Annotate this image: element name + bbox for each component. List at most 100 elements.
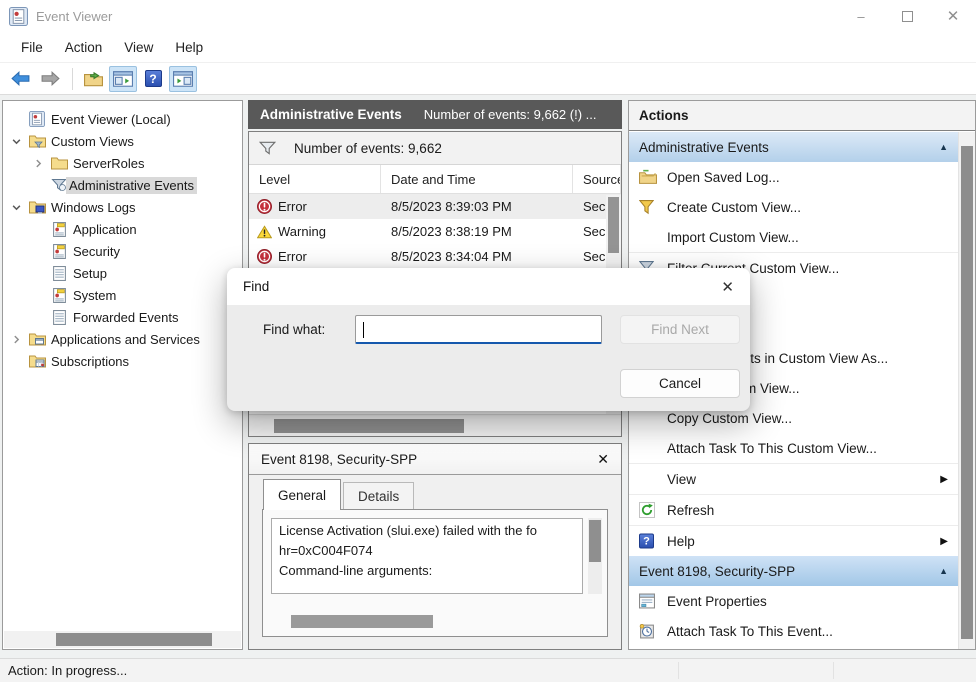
action-open-saved-log[interactable]: Open Saved Log... [629,162,958,192]
close-button[interactable]: ✕ [930,0,976,32]
window-title: Event Viewer [36,9,112,24]
tree-item-event-viewer-local[interactable]: Event Viewer (Local) [3,108,242,130]
help-icon: ? [145,70,162,87]
tree-item-forwarded-events[interactable]: Forwarded Events [3,306,242,328]
action-event-properties[interactable]: Event Properties [629,586,958,616]
menu-view[interactable]: View [113,36,164,59]
events-pane-title: Administrative Events [260,107,402,122]
tree-item-subscriptions[interactable]: Subscriptions [3,350,242,372]
detail-tabs: General Details [249,475,621,509]
find-what-input[interactable] [355,315,602,344]
collapse-arrow-icon[interactable]: ▲ [939,566,948,576]
funnel-yellow-icon [639,200,654,215]
subscriptions-folder-icon [27,354,47,368]
action-refresh[interactable]: Refresh [629,495,958,525]
tree-item-windows-logs[interactable]: Windows Logs [3,196,242,218]
event-row[interactable]: Error 8/5/2023 8:39:03 PM Security-SPP [249,194,621,219]
maximize-button[interactable] [884,0,930,32]
menu-file[interactable]: File [10,36,54,59]
event-viewer-app-icon [9,7,28,26]
tree-horizontal-scrollbar[interactable] [4,631,241,648]
event-description-text[interactable]: License Activation (slui.exe) failed wit… [271,518,583,594]
tree-item-applications-and-services[interactable]: Applications and Services [3,328,242,350]
windows-logs-folder-icon [27,200,47,214]
event-detail-panel: Event 8198, Security-SPP ✕ General Detai… [248,443,622,650]
tree-item-serverroles[interactable]: ServerRoles [3,152,242,174]
action-import-custom-view[interactable]: Import Custom View... [629,222,958,252]
console-tree-icon [113,71,133,87]
action-create-custom-view[interactable]: Create Custom View... [629,192,958,222]
filter-summary-text: Number of events: 9,662 [294,141,442,156]
chevron-right-icon[interactable] [5,335,27,344]
submenu-arrow-icon: ▶ [940,536,948,547]
find-next-button[interactable]: Find Next [620,315,740,344]
menu-help[interactable]: Help [164,36,214,59]
menu-action[interactable]: Action [54,36,114,59]
scrollbar-thumb[interactable] [961,146,973,639]
error-icon [257,199,272,214]
forward-button[interactable] [36,66,64,92]
detail-vertical-scrollbar[interactable] [588,518,602,594]
open-folder-icon [84,71,103,87]
filter-summary-bar: Number of events: 9,662 [249,132,621,165]
open-folder-icon [639,170,657,185]
event-viewer-icon [27,111,47,127]
events-pane-summary: Number of events: 9,662 (!) ... [424,107,597,122]
column-header-date[interactable]: Date and Time [381,165,573,193]
submenu-arrow-icon: ▶ [940,474,948,485]
scrollbar-thumb[interactable] [589,520,601,562]
action-attach-task-custom-view[interactable]: Attach Task To This Custom View... [629,433,958,463]
column-header-level[interactable]: Level [249,165,381,193]
event-log-icon [49,222,69,237]
tab-general[interactable]: General [263,479,341,510]
scrollbar-thumb[interactable] [608,197,619,253]
actions-section-event-8198[interactable]: Event 8198, Security-SPP ▲ [629,556,958,586]
refresh-icon [639,502,655,518]
close-icon[interactable]: ✕ [721,278,734,296]
event-row[interactable]: Warning 8/5/2023 8:38:19 PM Security-SPP [249,219,621,244]
toolbar-separator [72,68,73,90]
chevron-down-icon[interactable] [5,137,27,146]
chevron-down-icon[interactable] [5,203,27,212]
column-header-source[interactable]: Source [573,165,621,193]
event-row[interactable]: Error 8/5/2023 8:34:04 PM Security-SPP [249,244,621,269]
detail-horizontal-scrollbar-thumb[interactable] [291,615,433,628]
find-dialog: Find ✕ Find what: Find Next Cancel [227,268,750,411]
tree-item-administrative-events[interactable]: Administrative Events [3,174,242,196]
cancel-button[interactable]: Cancel [620,369,740,398]
toggle-console-tree-button[interactable] [109,66,137,92]
actions-pane-title: Actions [629,101,975,131]
text-caret [363,322,364,338]
status-bar: Action: In progress... [0,658,976,682]
statusbar-separator [678,662,679,679]
find-dialog-titlebar: Find ✕ [227,268,750,305]
status-text: Action: In progress... [8,663,127,678]
actions-vertical-scrollbar[interactable] [958,132,975,649]
action-view[interactable]: View ▶ [629,464,958,494]
filter-icon [259,141,276,156]
scrollbar-thumb[interactable] [56,633,212,646]
find-dialog-title: Find [243,279,269,294]
tree-item-security[interactable]: Security [3,240,242,262]
close-icon[interactable]: ✕ [597,451,609,468]
help-icon: ? [639,534,654,549]
tree-item-setup[interactable]: Setup [3,262,242,284]
actions-section-administrative-events[interactable]: Administrative Events ▲ [629,132,958,162]
back-button[interactable] [6,66,34,92]
warning-icon [257,225,272,239]
help-button[interactable]: ? [139,66,167,92]
action-help[interactable]: ? Help ▶ [629,526,958,556]
events-horizontal-scrollbar[interactable] [249,414,621,436]
open-saved-log-button[interactable] [79,66,107,92]
action-attach-task-event[interactable]: Attach Task To This Event... [629,616,958,646]
scheduled-task-icon [639,624,655,639]
tree-item-custom-views[interactable]: Custom Views [3,130,242,152]
tree-item-application[interactable]: Application [3,218,242,240]
tab-details[interactable]: Details [343,482,414,509]
scrollbar-thumb[interactable] [274,419,464,433]
collapse-arrow-icon[interactable]: ▲ [939,142,948,152]
toggle-action-pane-button[interactable] [169,66,197,92]
chevron-right-icon[interactable] [27,159,49,168]
tree-item-system[interactable]: System [3,284,242,306]
minimize-button[interactable]: – [838,0,884,32]
